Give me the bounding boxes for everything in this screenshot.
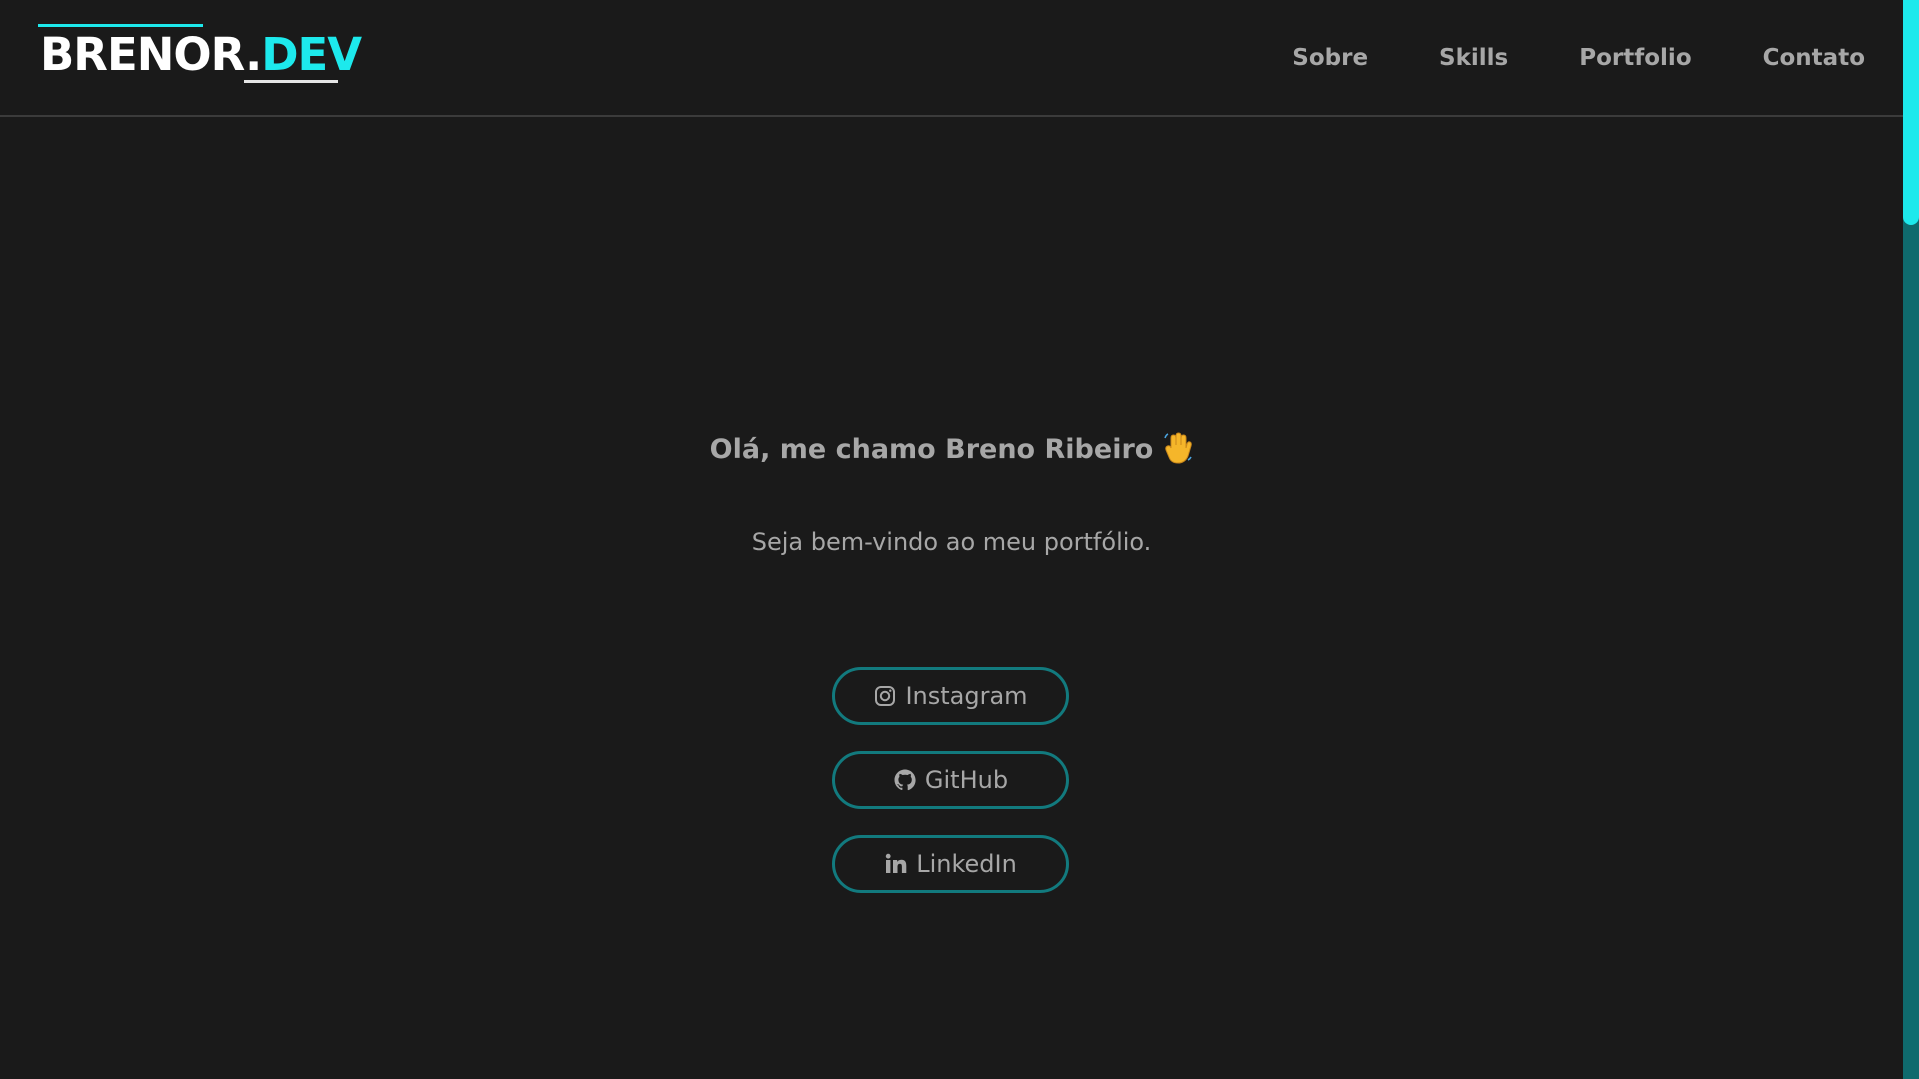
instagram-button[interactable]: Instagram: [832, 667, 1069, 725]
logo-main-text: BRENOR.: [40, 28, 262, 81]
main-nav: Sobre Skills Portfolio Contato: [1221, 38, 1865, 78]
waving-hand-icon: [1163, 432, 1193, 476]
hero-title-text: Olá, me chamo Breno Ribeiro: [709, 434, 1154, 466]
nav-item-portfolio[interactable]: Portfolio: [1579, 38, 1691, 78]
logo-underline: [244, 80, 338, 83]
nav-item-skills[interactable]: Skills: [1439, 38, 1508, 78]
scrollbar-track[interactable]: [1903, 0, 1919, 1079]
hero-title: Olá, me chamo Breno Ribeiro: [0, 430, 1903, 476]
nav-item-contato[interactable]: Contato: [1763, 38, 1865, 78]
instagram-label: Instagram: [905, 682, 1028, 710]
site-header: BRENOR.DEV Sobre Skills Portfolio Contat…: [0, 0, 1903, 117]
page: BRENOR.DEV Sobre Skills Portfolio Contat…: [0, 0, 1919, 1079]
linkedin-button[interactable]: LinkedIn: [832, 835, 1069, 893]
linkedin-icon: [884, 852, 908, 876]
hero-subtitle: Seja bem-vindo ao meu portfólio.: [751, 528, 1152, 556]
logo-accent-text: DEV: [261, 28, 362, 81]
github-button[interactable]: GitHub: [832, 751, 1069, 809]
nav-item-sobre[interactable]: Sobre: [1292, 38, 1368, 78]
instagram-icon: [873, 684, 897, 708]
scrollbar-thumb[interactable]: [1903, 0, 1919, 225]
github-label: GitHub: [924, 766, 1009, 794]
logo[interactable]: BRENOR.DEV: [40, 24, 362, 86]
linkedin-label: LinkedIn: [916, 850, 1017, 878]
github-icon: [893, 768, 917, 792]
